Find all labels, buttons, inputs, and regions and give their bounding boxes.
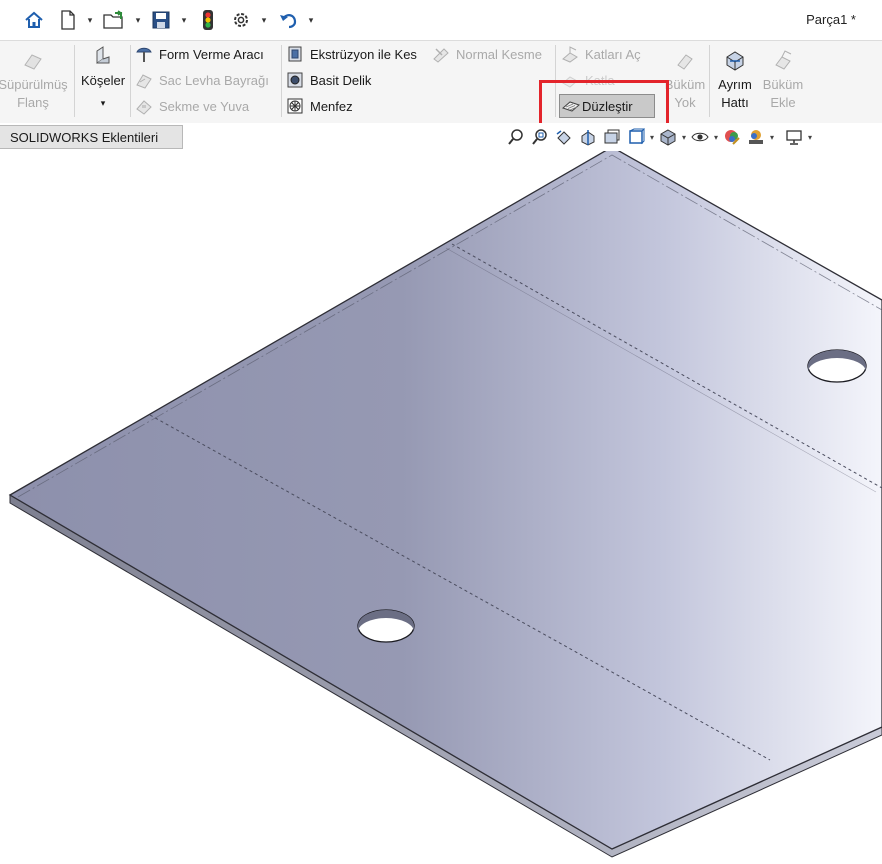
- dynamic-annotation-views-icon[interactable]: [602, 127, 622, 147]
- form-tool-label: Form Verme Aracı: [159, 46, 264, 62]
- title-bar: ▾ ▾ ▾ ▾ ▾ Parça1 *: [0, 0, 882, 40]
- view-settings-dropdown-icon[interactable]: ▾: [806, 133, 814, 142]
- open-dropdown-icon[interactable]: ▾: [133, 12, 143, 28]
- ribbon-separator: [130, 45, 131, 117]
- heads-up-view-toolbar: ▾ ▾ ▾ ▾ ▾: [504, 126, 814, 148]
- display-style-icon[interactable]: [658, 127, 678, 147]
- new-dropdown-icon[interactable]: ▾: [85, 12, 95, 28]
- sheet-tab-label: Sac Levha Bayrağı: [159, 72, 269, 88]
- no-bends-label-2: Yok: [674, 95, 696, 110]
- form-tool-button[interactable]: Form Verme Aracı: [135, 43, 264, 65]
- insert-bends-icon: [772, 49, 794, 76]
- unfold-button[interactable]: Katları Aç: [561, 43, 641, 65]
- tab-solidworks-addins[interactable]: SOLIDWORKS Eklentileri: [0, 125, 183, 149]
- zoom-to-fit-icon[interactable]: [506, 127, 526, 147]
- no-bends-label-1: Büküm: [664, 77, 706, 92]
- swept-flange-label-2: Flanş: [17, 95, 49, 110]
- split-line-button[interactable]: Ayrım Hattı: [712, 49, 758, 112]
- previous-view-icon[interactable]: [554, 127, 574, 147]
- zoom-to-area-icon[interactable]: [530, 127, 550, 147]
- rebuild-traffic-light-icon[interactable]: [196, 8, 220, 32]
- undo-icon[interactable]: [276, 8, 300, 32]
- hole-left: [357, 609, 415, 643]
- insert-bends-label-1: Büküm: [762, 77, 804, 92]
- undo-dropdown-icon[interactable]: ▾: [306, 12, 316, 28]
- vent-label: Menfez: [310, 98, 353, 114]
- unfold-icon: [561, 45, 579, 63]
- extruded-cut-label: Ekstrüzyon ile Kes: [310, 46, 417, 62]
- edit-appearance-icon[interactable]: [722, 127, 742, 147]
- unfold-label: Katları Aç: [585, 46, 641, 62]
- normal-cut-label: Normal Kesme: [456, 46, 542, 62]
- section-view-icon[interactable]: [578, 127, 598, 147]
- form-tool-icon: [135, 45, 153, 63]
- corners-button[interactable]: Köşeler ▾: [78, 45, 128, 112]
- apply-scene-icon[interactable]: [746, 127, 766, 147]
- extruded-cut-icon: [286, 45, 304, 63]
- simple-hole-icon: [286, 71, 304, 89]
- corners-label: Köşeler: [80, 73, 126, 88]
- view-orientation-dropdown-icon[interactable]: ▾: [648, 133, 656, 142]
- view-orientation-icon[interactable]: [626, 127, 646, 147]
- view-settings-monitor-icon[interactable]: [784, 127, 804, 147]
- hide-show-dropdown-icon[interactable]: ▾: [712, 133, 720, 142]
- insert-bends-label-2: Ekle: [770, 95, 796, 110]
- split-line-label-1: Ayrım: [718, 77, 752, 92]
- no-bends-icon: [674, 49, 696, 76]
- ribbon-separator: [709, 45, 710, 117]
- options-gear-icon[interactable]: [229, 8, 253, 32]
- extruded-cut-button[interactable]: Ekstrüzyon ile Kes: [286, 43, 417, 65]
- tab-slot-label: Sekme ve Yuva: [159, 98, 250, 114]
- save-icon[interactable]: [149, 8, 173, 32]
- insert-bends-button[interactable]: Büküm Ekle: [760, 49, 806, 112]
- ribbon-separator: [281, 45, 282, 117]
- ribbon-separator: [74, 45, 75, 117]
- swept-flange-icon: [22, 49, 44, 76]
- swept-flange-label-1: Süpürülmüş: [0, 77, 68, 92]
- split-line-label-2: Hattı: [721, 95, 749, 110]
- split-line-icon: [724, 49, 746, 76]
- vent-icon: [286, 97, 304, 115]
- hole-right: [807, 349, 867, 383]
- new-document-icon[interactable]: [56, 8, 80, 32]
- normal-cut-button[interactable]: Normal Kesme: [432, 43, 542, 65]
- apply-scene-dropdown-icon[interactable]: ▾: [768, 133, 776, 142]
- tab-slot-button[interactable]: Sekme ve Yuva: [135, 95, 249, 117]
- corners-icon: [92, 45, 114, 72]
- swept-flange-button[interactable]: Süpürülmüş Flanş: [0, 49, 70, 112]
- sheet-metal-ribbon: Süpürülmüş Flanş Köşeler ▾ Form Verme Ar…: [0, 40, 882, 124]
- display-style-dropdown-icon[interactable]: ▾: [680, 133, 688, 142]
- tab-slot-icon: [135, 97, 153, 115]
- options-dropdown-icon[interactable]: ▾: [259, 12, 269, 28]
- sheet-metal-part-model: [8, 146, 882, 858]
- home-icon[interactable]: [22, 8, 46, 32]
- open-folder-icon[interactable]: [102, 8, 126, 32]
- graphics-area[interactable]: [0, 146, 882, 859]
- save-dropdown-icon[interactable]: ▾: [179, 12, 189, 28]
- document-title: Parça1 *: [806, 12, 856, 27]
- simple-hole-button[interactable]: Basit Delik: [286, 69, 371, 91]
- vent-button[interactable]: Menfez: [286, 95, 353, 117]
- sheet-tab-button[interactable]: Sac Levha Bayrağı: [135, 69, 269, 91]
- simple-hole-label: Basit Delik: [310, 72, 372, 88]
- sheet-tab-icon: [135, 71, 153, 89]
- normal-cut-icon: [432, 45, 450, 63]
- corners-dropdown-icon[interactable]: ▾: [101, 94, 106, 112]
- hide-show-items-icon[interactable]: [690, 127, 710, 147]
